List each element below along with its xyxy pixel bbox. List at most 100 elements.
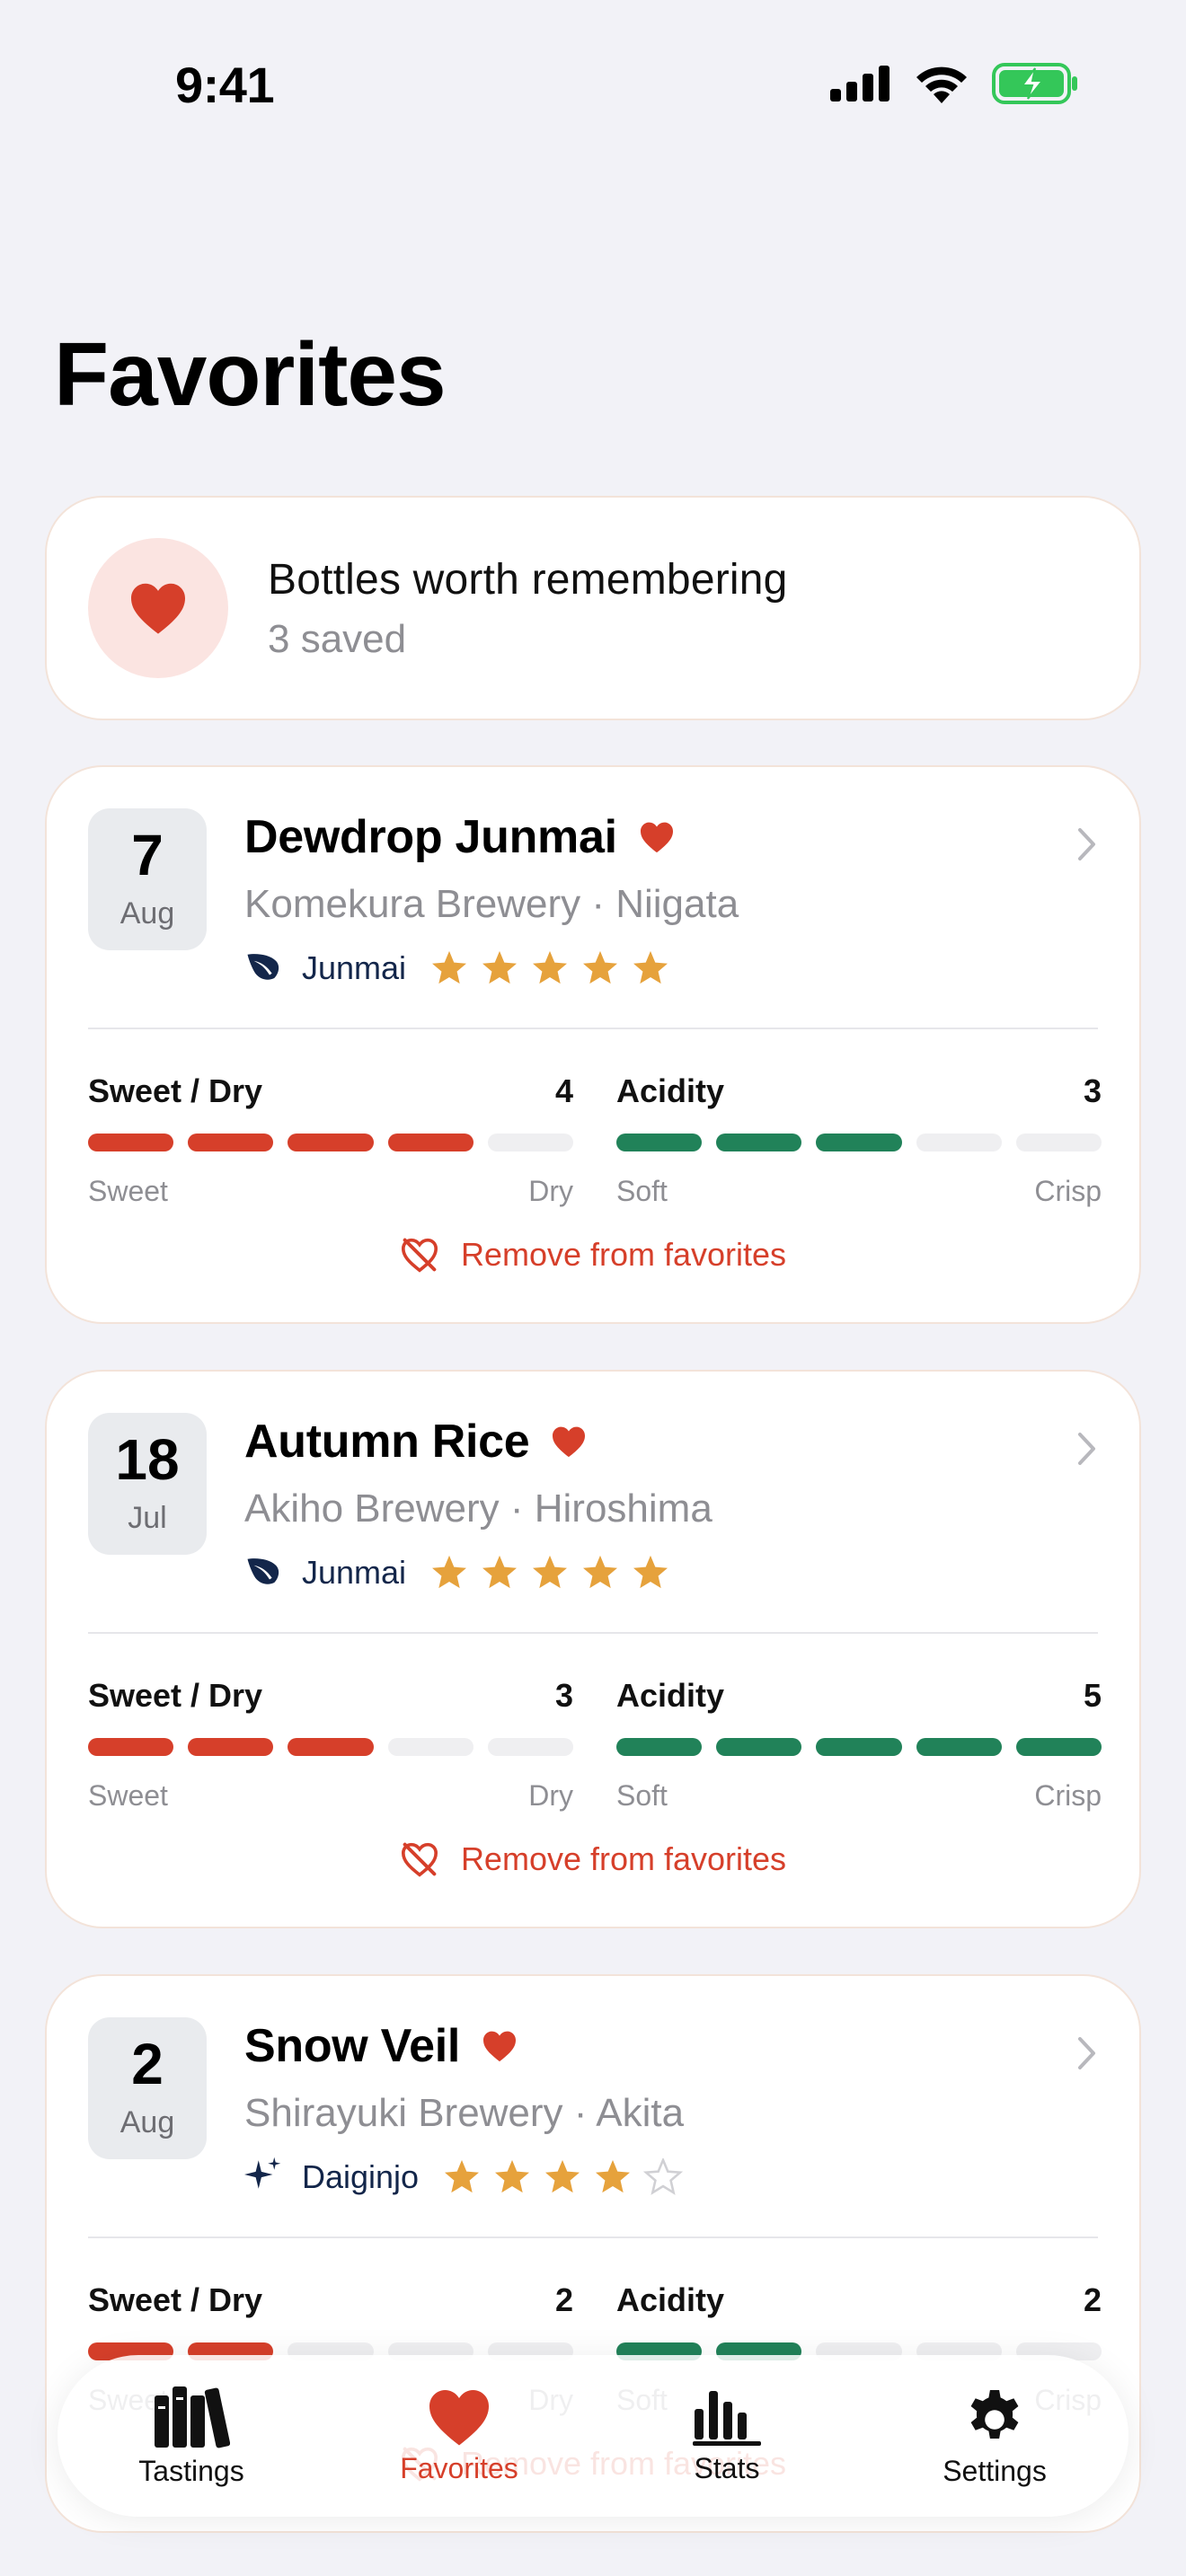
sake-name-row: Dewdrop Junmai <box>244 810 675 864</box>
sweet-dry-label: Sweet / Dry <box>88 2281 263 2318</box>
wifi-icon <box>916 66 967 103</box>
battery-charging-icon <box>992 63 1077 104</box>
star-filled-icon <box>545 2159 580 2192</box>
acidity-meter: Acidity 3 Soft Crisp <box>616 1072 1102 1208</box>
star-filled-icon <box>495 2159 530 2192</box>
meter-segment <box>616 1738 703 1756</box>
remove-label: Remove from favorites <box>460 1236 787 1273</box>
star-filled-icon <box>596 2159 631 2192</box>
books-icon <box>154 2386 230 2448</box>
sweet-dry-value: 2 <box>554 2281 573 2318</box>
sweet-dry-max-label: Dry <box>528 1175 573 1207</box>
star-filled-icon <box>432 950 467 984</box>
brewery-location: Akiho Brewery · Hiroshima <box>244 1486 712 1531</box>
star-filled-icon <box>482 1555 518 1588</box>
sake-name-row: Snow Veil <box>244 2019 518 2073</box>
sparkle-icon <box>244 2157 281 2189</box>
meter-segment <box>188 1738 274 1756</box>
sake-style-label: Daiginjo <box>302 2157 420 2195</box>
meter-segment <box>288 1738 374 1756</box>
acidity-value: 5 <box>1083 1677 1102 1714</box>
page-title: Favorites <box>54 324 447 425</box>
tab-settings[interactable]: Settings <box>861 2355 1128 2517</box>
chevron-right-icon[interactable] <box>1076 2035 1098 2071</box>
heart-icon <box>429 2389 489 2445</box>
tab-bar: Tastings Favorites Stats Settings <box>58 2355 1128 2517</box>
summary-heart-badge <box>88 538 228 678</box>
style-rating-row: Daiginjo <box>244 2156 684 2198</box>
heart-slash-icon <box>401 1842 438 1877</box>
star-empty-icon <box>643 2157 684 2195</box>
chevron-right-icon[interactable] <box>1076 1431 1098 1467</box>
bar-chart-icon <box>693 2390 761 2446</box>
sweet-dry-value: 3 <box>554 1677 573 1714</box>
meter-segment <box>188 1134 274 1151</box>
tasting-date-month: Aug <box>119 2105 175 2139</box>
sake-style-label: Junmai <box>302 1553 407 1591</box>
favorite-card[interactable]: 7 Aug Dewdrop Junmai Komekura Brewery · … <box>45 765 1141 1324</box>
sweet-dry-max-label: Dry <box>528 1779 573 1812</box>
favorite-heart-icon <box>553 1426 586 1458</box>
status-icons <box>830 63 1078 104</box>
meter-segment <box>1015 1738 1102 1756</box>
remove-from-favorites-button[interactable]: Remove from favorites <box>47 1236 1139 1274</box>
tasting-date-badge: 2 Aug <box>88 2017 207 2159</box>
tasting-date-day: 2 <box>131 2032 164 2096</box>
tab-favorites[interactable]: Favorites <box>325 2355 593 2517</box>
sweet-dry-value: 4 <box>554 1072 573 1109</box>
star-filled-icon <box>445 2159 480 2192</box>
acidity-label: Acidity <box>616 2281 725 2318</box>
meter-segment <box>616 1134 703 1151</box>
leaf-icon <box>247 1558 279 1584</box>
sweet-dry-meter: Sweet / Dry 3 Sweet Dry <box>88 1677 574 1813</box>
brewery-location: Shirayuki Brewery · Akita <box>244 2091 685 2135</box>
sweet-dry-label: Sweet / Dry <box>88 1072 263 1109</box>
star-filled-icon <box>533 1555 568 1588</box>
sweet-dry-min-label: Sweet <box>88 1779 168 1812</box>
tab-settings-label: Settings <box>943 2454 1047 2487</box>
card-divider <box>88 1632 1098 1634</box>
meter-segment <box>487 1134 574 1151</box>
style-rating-row: Junmai <box>244 1551 670 1593</box>
meter-segment <box>916 1738 1002 1756</box>
card-divider <box>88 2236 1098 2238</box>
star-rating <box>429 1554 670 1592</box>
tasting-date-day: 7 <box>131 823 164 887</box>
sake-name-row: Autumn Rice <box>244 1415 587 1469</box>
tab-tastings-label: Tastings <box>138 2454 244 2487</box>
sake-style-label: Junmai <box>302 948 407 986</box>
favorite-heart-icon <box>640 822 673 853</box>
tasting-date-badge: 18 Jul <box>88 1413 207 1555</box>
acidity-value: 3 <box>1083 1072 1102 1109</box>
acidity-max-label: Crisp <box>1034 1779 1102 1812</box>
acidity-meter: Acidity 5 Soft Crisp <box>616 1677 1102 1813</box>
heart-slash-icon <box>401 1238 438 1273</box>
tab-tastings[interactable]: Tastings <box>58 2355 325 2517</box>
star-filled-icon <box>583 1555 618 1588</box>
star-filled-icon <box>583 950 618 984</box>
star-rating <box>429 949 670 987</box>
star-filled-icon <box>633 1555 668 1588</box>
gear-icon <box>970 2389 1019 2439</box>
meter-segment <box>387 1134 474 1151</box>
tab-stats[interactable]: Stats <box>593 2355 861 2517</box>
leaf-icon <box>247 954 279 980</box>
sweet-dry-meter: Sweet / Dry 4 Sweet Dry <box>88 1072 574 1208</box>
chevron-right-icon[interactable] <box>1076 826 1098 862</box>
cellular-signal-icon <box>830 66 890 101</box>
status-time: 9:41 <box>175 57 275 113</box>
sweet-dry-bars <box>88 1738 574 1756</box>
meter-segment <box>916 1134 1002 1151</box>
favorite-card[interactable]: 18 Jul Autumn Rice Akiho Brewery · Hiros… <box>45 1370 1141 1928</box>
sake-name: Snow Veil <box>244 2020 461 2072</box>
meter-segment <box>1015 1134 1102 1151</box>
star-filled-icon <box>533 950 568 984</box>
acidity-min-label: Soft <box>616 1779 668 1812</box>
meter-segment <box>716 1134 802 1151</box>
meter-segment <box>487 1738 574 1756</box>
tab-favorites-label: Favorites <box>400 2451 518 2484</box>
meter-segment <box>88 1738 174 1756</box>
acidity-label: Acidity <box>616 1072 725 1109</box>
remove-from-favorites-button[interactable]: Remove from favorites <box>47 1840 1139 1878</box>
star-rating <box>442 2157 684 2196</box>
